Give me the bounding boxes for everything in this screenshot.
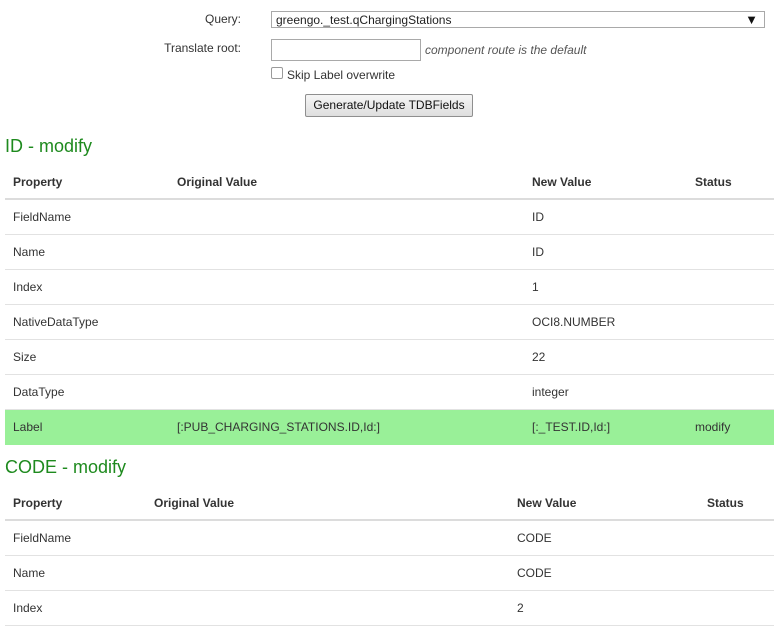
dropdown-arrow-icon[interactable]: ▼ [745,12,758,27]
cell-original [177,374,532,410]
cell-original [177,304,532,340]
query-select[interactable]: greengo._test.qChargingStations ▼ [271,11,765,28]
cell-new: CODE [517,555,707,591]
cell-new: integer [532,374,695,410]
cell-original [177,234,532,270]
cell-property: Label [5,409,177,445]
cell-original [154,520,517,556]
table-row: Index 2 [5,590,774,626]
cell-original: [:PUB_CHARGING_STATIONS.ID,Id:] [177,409,532,445]
table-header-row: Property Original Value New Value Status [5,486,774,521]
cell-new: CODE [517,520,707,556]
query-select-value: greengo._test.qChargingStations [276,13,452,27]
skip-label-checkbox[interactable] [271,67,283,79]
cell-new: 1 [532,269,695,305]
column-header-property: Property [5,165,177,200]
cell-property: FieldName [5,199,177,235]
table-row: DataType integer [5,374,774,410]
cell-status: modify [695,409,774,445]
cell-new: 2 [517,590,707,626]
cell-new: ID [532,234,695,270]
column-header-property: Property [5,486,154,521]
section-title-id: ID - modify [5,136,93,156]
column-header-original: Original Value [177,165,532,200]
table-row: Size 22 [5,339,774,375]
cell-new: ID [532,199,695,235]
column-header-new: New Value [532,165,695,200]
cell-status [707,555,774,591]
cell-property: Index [5,269,177,305]
table-header-row: Property Original Value New Value Status [5,165,774,200]
id-properties-table: Property Original Value New Value Status… [5,165,774,445]
generate-tdbfields-button[interactable]: Generate/Update TDBFields [305,94,473,117]
translate-root-hint: component route is the default [425,43,587,57]
table-row: Index 1 [5,269,774,305]
query-label: Query: [204,12,241,26]
cell-status [695,339,774,375]
skip-label-text: Skip Label overwrite [287,68,396,82]
cell-new: OCI8.NUMBER [532,304,695,340]
table-row: Name ID [5,234,774,270]
cell-original [154,590,517,626]
cell-property: NativeDataType [5,304,177,340]
column-header-new: New Value [517,486,707,521]
cell-status [695,269,774,305]
cell-status [695,374,774,410]
translate-root-input[interactable] [271,39,421,61]
table-row: NativeDataType OCI8.NUMBER [5,304,774,340]
table-row: Name CODE [5,555,774,591]
table-row: FieldName ID [5,199,774,235]
cell-new: 22 [532,339,695,375]
column-header-status: Status [695,165,774,200]
section-title-code: CODE - modify [5,457,127,477]
cell-property: Index [5,590,154,626]
cell-status [695,234,774,270]
cell-new: [:_TEST.ID,Id:] [532,409,695,445]
cell-property: FieldName [5,520,154,556]
cell-status [707,590,774,626]
column-header-status: Status [707,486,774,521]
table-row-modified: Label [:PUB_CHARGING_STATIONS.ID,Id:] [:… [5,409,774,445]
column-header-original: Original Value [154,486,517,521]
cell-status [695,304,774,340]
cell-status [707,520,774,556]
table-row: FieldName CODE [5,520,774,556]
cell-status [695,199,774,235]
cell-original [177,339,532,375]
cell-property: Size [5,339,177,375]
cell-property: Name [5,555,154,591]
cell-original [177,199,532,235]
cell-original [154,555,517,591]
translate-root-label: Translate root: [164,41,241,55]
cell-property: Name [5,234,177,270]
code-properties-table: Property Original Value New Value Status… [5,486,774,626]
cell-property: DataType [5,374,177,410]
cell-original [177,269,532,305]
